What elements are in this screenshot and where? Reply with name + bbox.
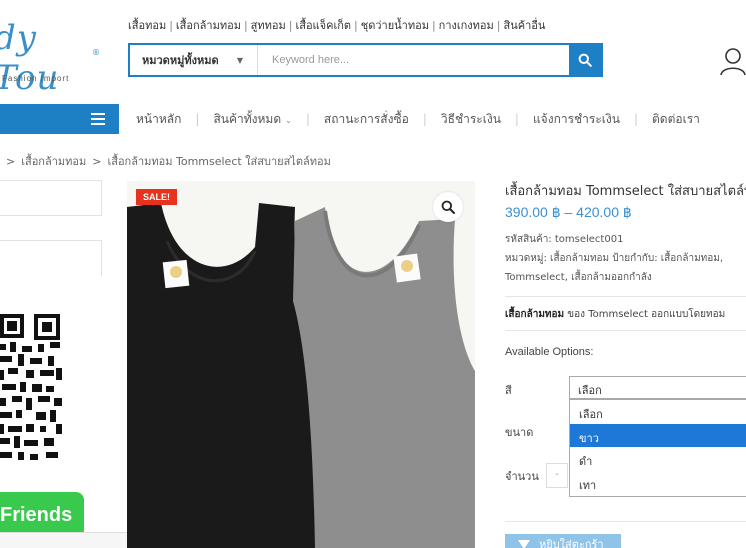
cart-icon	[518, 540, 530, 548]
toplink-item[interactable]: ชุดว่ายน้ำทอม	[361, 19, 429, 32]
search-button[interactable]	[569, 45, 601, 75]
breadcrumb-arrow: >	[92, 155, 102, 168]
nav-home[interactable]: หน้าหลัก	[136, 112, 181, 126]
add-to-cart-button[interactable]: หยิบใส่ตะกร้า	[505, 534, 621, 548]
quantity-label: จำนวน	[505, 470, 539, 483]
size-label: ขนาด	[505, 426, 534, 439]
product-categories[interactable]: หมวดหมู่: เสื้อกล้ามทอม ป้ายกำกับ: เสื้อ…	[505, 249, 723, 268]
color-option[interactable]: เทา	[570, 471, 746, 495]
toplink-item[interactable]: เสื้อกล้ามทอม	[176, 19, 241, 32]
color-option[interactable]: ดำ	[570, 447, 746, 471]
search-input[interactable]	[258, 45, 569, 75]
brand-tagline: Fashion Import	[2, 74, 70, 83]
breadcrumb-link[interactable]: เสื้อกล้ามทอม	[21, 155, 86, 168]
add-to-cart-label: หยิบใส่ตะกร้า	[539, 538, 604, 548]
toplink-item[interactable]: สูททอม	[251, 19, 286, 32]
divider: |	[431, 19, 436, 32]
divider: |	[305, 112, 310, 126]
divider: |	[496, 19, 501, 32]
nav-contact[interactable]: ติดต่อเรา	[652, 112, 700, 126]
product-short-desc: เสื้อกล้ามทอม ของ Tommselect ออกแบบโดยทอ…	[505, 307, 725, 322]
divider: |	[422, 112, 427, 126]
options-title: Available Options:	[505, 346, 594, 358]
account-button[interactable]	[718, 46, 746, 76]
hamburger-icon	[91, 113, 105, 125]
product-tags[interactable]: Tommselect, เสื้อกล้ามออกกำลัง	[505, 268, 723, 287]
desc-bold: เสื้อกล้ามทอม	[505, 309, 565, 320]
color-option-highlighted[interactable]: ขาว	[570, 423, 746, 447]
divider: |	[243, 19, 248, 32]
friends-label: Friends	[0, 503, 73, 526]
divider	[505, 330, 746, 331]
product-title: เสื้อกล้ามทอม Tommselect ใส่สบายสไตล์ทอม	[505, 184, 746, 199]
divider	[505, 521, 746, 522]
toplink-item[interactable]: เสื้อทอม	[128, 19, 166, 32]
product-image[interactable]	[127, 181, 475, 548]
qr-code	[0, 312, 66, 464]
main-nav: หน้าหลัก | สินค้าทั้งหมด ⌄ | สถานะการสั่งซื้อ…	[136, 110, 700, 129]
divider: |	[288, 19, 293, 32]
user-icon	[720, 48, 746, 76]
color-select[interactable]: เลือก	[569, 376, 746, 399]
chevron-down-icon: ⌄	[285, 116, 292, 125]
magnifier-icon	[441, 200, 455, 214]
sidebar-widget-header	[0, 240, 102, 276]
search-icon	[578, 53, 592, 67]
toplink-item[interactable]: สินค้าอื่น	[504, 19, 546, 32]
nav-all-products-label: สินค้าทั้งหมด	[213, 112, 282, 126]
nav-payment-notify[interactable]: แจ้งการชำระเงิน	[533, 112, 620, 126]
zoom-button[interactable]	[433, 192, 463, 222]
divider: |	[195, 112, 200, 126]
search-bar: หมวดหมู่ทั้งหมด ▼	[128, 43, 603, 77]
divider: |	[514, 112, 519, 126]
top-category-links: เสื้อทอม | เสื้อกล้ามทอม | สูททอม | เสื้อแจ็คเ…	[128, 16, 545, 34]
desc-rest: ของ Tommselect ออกแบบโดยทอม	[564, 309, 726, 320]
registered-mark: ®	[92, 48, 100, 57]
sidebar-box	[0, 180, 102, 216]
breadcrumb-arrow: >	[6, 155, 16, 168]
color-dropdown-list: เลือก ขาว ดำ เทา	[569, 399, 746, 497]
brand-logo[interactable]: dy Tou ® Fashion Import	[0, 8, 110, 98]
category-menu-button[interactable]	[0, 104, 119, 134]
toplink-item[interactable]: เสื้อแจ็คเก็ต	[295, 19, 351, 32]
nav-order-status[interactable]: สถานะการสั่งซื้อ	[324, 112, 409, 126]
search-category-select[interactable]: หมวดหมู่ทั้งหมด ▼	[130, 45, 258, 75]
search-category-label: หมวดหมู่ทั้งหมด	[142, 54, 219, 67]
chevron-down-icon: ▼	[236, 56, 243, 65]
quantity-minus-button[interactable]: -	[546, 463, 568, 488]
breadcrumb-current: เสื้อกล้ามทอม Tommselect ใส่สบายสไตล์ทอม	[107, 155, 331, 168]
nav-payment-method[interactable]: วิธีชำระเงิน	[441, 112, 501, 126]
color-label: สี	[505, 384, 512, 397]
divider	[505, 296, 746, 297]
brand-script: dy Tou	[0, 18, 60, 98]
toplink-item[interactable]: กางเกงทอม	[439, 19, 494, 32]
product-price: 390.00 ฿ – 420.00 ฿	[505, 204, 632, 220]
sale-badge: SALE!	[136, 189, 177, 205]
breadcrumb: > เสื้อกล้ามทอม > เสื้อกล้ามทอม Tommselect …	[0, 152, 331, 170]
divider: |	[354, 19, 358, 32]
divider: |	[169, 19, 173, 32]
product-meta: รหัสสินค้า: tomselect001 หมวดหมู่: เสื้อ…	[505, 230, 723, 287]
nav-all-products[interactable]: สินค้าทั้งหมด ⌄	[213, 112, 291, 126]
color-option[interactable]: เลือก	[570, 400, 746, 424]
divider: |	[633, 112, 638, 126]
product-sku: รหัสสินค้า: tomselect001	[505, 234, 624, 245]
